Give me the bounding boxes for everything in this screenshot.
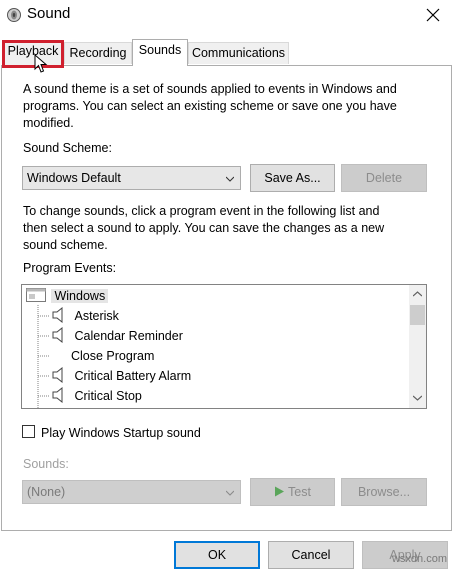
list-group-windows[interactable]: Windows [26, 286, 109, 306]
sounds-value: (None) [27, 485, 66, 499]
instructions-line-3: sound scheme. [23, 238, 108, 252]
play-icon [275, 486, 285, 497]
list-scrollbar[interactable] [409, 285, 426, 408]
list-item-label: Critical Stop [74, 389, 142, 403]
speaker-icon [52, 386, 63, 404]
title-bar: Sound [0, 0, 453, 30]
tab-label: Communications [191, 46, 286, 60]
tab-playback[interactable]: Playback [2, 40, 64, 68]
list-item-label: Calendar Reminder [74, 329, 183, 343]
description-line-3: modified. [23, 116, 74, 130]
speaker-icon [52, 326, 63, 344]
list-item[interactable]: Calendar Reminder [52, 326, 183, 346]
startup-sound-checkbox[interactable] [22, 425, 35, 438]
cancel-button[interactable]: Cancel [268, 541, 354, 569]
mouse-cursor-icon [34, 54, 48, 73]
save-as-button[interactable]: Save As... [250, 164, 335, 192]
tab-label: Playback [7, 44, 59, 58]
window-icon [26, 288, 46, 302]
startup-sound-label[interactable]: Play Windows Startup sound [41, 425, 201, 442]
tab-recording[interactable]: Recording [64, 42, 132, 64]
close-button[interactable] [413, 0, 453, 30]
list-item[interactable]: Close Program [71, 346, 154, 366]
description-line-1: A sound theme is a set of sounds applied… [23, 82, 397, 96]
list-item-label: Asterisk [74, 309, 119, 323]
list-item-label: Close Program [71, 349, 155, 363]
speaker-icon [7, 8, 21, 22]
speaker-icon [52, 306, 63, 324]
list-item[interactable]: Critical Stop [52, 386, 142, 406]
list-item[interactable]: Asterisk [52, 306, 119, 326]
list-item[interactable]: Critical Battery Alarm [52, 366, 191, 386]
window-title: Sound [27, 5, 71, 22]
tab-sounds[interactable]: Sounds [132, 39, 188, 66]
tab-label: Sounds [138, 43, 182, 57]
test-button[interactable]: Test [250, 478, 335, 506]
sound-scheme-value: Windows Default [27, 171, 121, 185]
chevron-down-icon [226, 176, 234, 182]
list-item-label: Critical Battery Alarm [74, 369, 192, 383]
tab-bar: Playback Recording Sounds Communications [0, 30, 453, 73]
ok-button[interactable]: OK [174, 541, 260, 569]
instructions-line-2: then select a sound to apply. You can sa… [23, 221, 385, 235]
tab-communications[interactable]: Communications [188, 42, 289, 64]
close-icon [426, 8, 440, 22]
speaker-icon [52, 366, 63, 384]
program-events-label: Program Events: [23, 261, 117, 275]
sounds-label: Sounds: [23, 457, 69, 471]
watermark-text: wsxdn.com [391, 553, 447, 565]
chevron-down-icon[interactable] [413, 395, 422, 401]
browse-button[interactable]: Browse... [341, 478, 427, 506]
description-line-2: programs. You can select an existing sch… [23, 99, 397, 113]
scrollbar-thumb[interactable] [410, 305, 425, 325]
test-label: Test [288, 485, 311, 499]
program-events-list[interactable]: Windows Asterisk Calendar Reminder Close… [21, 284, 427, 409]
chevron-down-icon [226, 490, 234, 496]
delete-button[interactable]: Delete [341, 164, 427, 192]
chevron-up-icon[interactable] [413, 291, 422, 297]
instructions-line-1: To change sounds, click a program event … [23, 204, 380, 218]
sound-scheme-label: Sound Scheme: [23, 141, 112, 155]
sound-scheme-dropdown[interactable]: Windows Default [22, 166, 241, 190]
sounds-dropdown[interactable]: (None) [22, 480, 241, 504]
list-group-label: Windows [51, 289, 109, 303]
tab-label: Recording [69, 46, 127, 60]
